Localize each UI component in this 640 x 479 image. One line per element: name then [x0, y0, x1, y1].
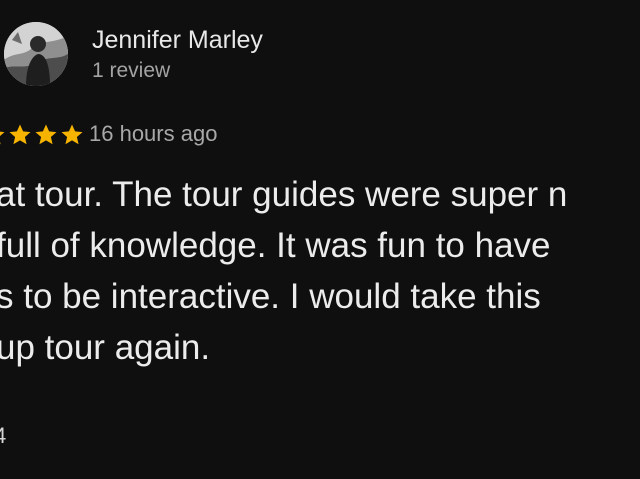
review-line: full of knowledge. It was fun to have — [0, 226, 551, 265]
reviewer-name[interactable]: Jennifer Marley — [92, 24, 263, 56]
star-icon — [61, 124, 83, 145]
reviewer-review-count: 1 review — [92, 59, 171, 82]
star-icon — [0, 131, 5, 145]
star-rating — [0, 120, 84, 150]
profile-photo — [4, 22, 68, 86]
review-line: up tour again. — [0, 328, 211, 367]
avatar[interactable] — [4, 22, 68, 86]
star-icon — [35, 124, 57, 145]
review-line: at tour. The tour guides were super n — [0, 175, 568, 214]
star-icon — [9, 124, 31, 145]
review-time: 16 hours ago — [89, 121, 218, 146]
review-line: s to be interactive. I would take this — [0, 277, 541, 316]
like-count: 4 — [0, 423, 7, 448]
